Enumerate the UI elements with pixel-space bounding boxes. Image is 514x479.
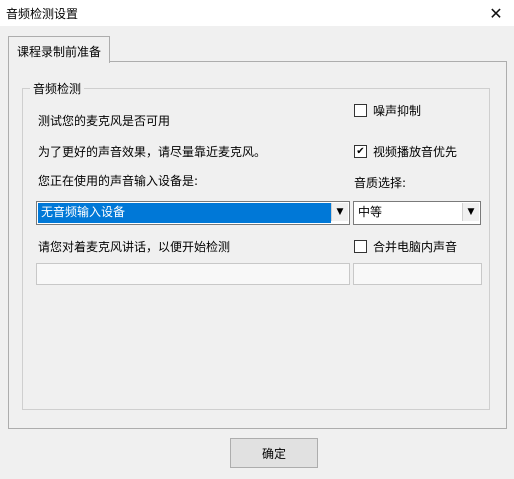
merge-system-audio-checkbox[interactable]: 合并电脑内声音 xyxy=(354,238,457,255)
close-icon: ✕ xyxy=(489,3,503,23)
tab-course-recording-prep[interactable]: 课程录制前准备 xyxy=(8,36,110,63)
chevron-down-icon[interactable]: ▼ xyxy=(331,203,348,221)
ok-button[interactable]: 确定 xyxy=(230,438,318,468)
speak-prompt: 请您对着麦克风讲话，以便开始检测 xyxy=(38,240,231,254)
video-priority-checkbox[interactable]: ✔ 视频播放音优先 xyxy=(354,143,457,160)
noise-suppression-checkbox[interactable]: 噪声抑制 xyxy=(354,102,421,119)
noise-suppression-label: 噪声抑制 xyxy=(373,104,422,118)
mic-distance-hint: 为了更好的声音效果，请尽量靠近麦克风。 xyxy=(38,145,267,159)
tab-label: 课程录制前准备 xyxy=(17,45,102,59)
close-button[interactable]: ✕ xyxy=(478,0,514,26)
ok-button-label: 确定 xyxy=(261,446,286,461)
checkbox-box: ✔ xyxy=(354,145,367,158)
quality-select[interactable]: 中等 ▼ xyxy=(353,201,481,225)
system-level-meter xyxy=(353,263,482,285)
mic-test-text: 测试您的麦克风是否可用 xyxy=(38,114,171,128)
chevron-down-icon[interactable]: ▼ xyxy=(462,203,479,221)
quality-value: 中等 xyxy=(358,205,383,219)
input-device-label: 您正在使用的声音输入设备是: xyxy=(38,174,199,188)
checkbox-box xyxy=(354,240,367,253)
checkbox-box xyxy=(354,104,367,117)
quality-label: 音质选择: xyxy=(354,176,407,190)
mic-level-meter xyxy=(36,263,350,285)
input-device-select[interactable]: 无音频输入设备 ▼ xyxy=(36,201,350,225)
video-priority-label: 视频播放音优先 xyxy=(373,145,458,159)
input-device-value: 无音频输入设备 xyxy=(38,203,331,223)
group-legend: 音频检测 xyxy=(30,80,85,97)
window-title: 音频检测设置 xyxy=(6,7,79,21)
merge-system-audio-label: 合并电脑内声音 xyxy=(373,240,458,254)
title-bar: 音频检测设置 ✕ xyxy=(0,0,514,26)
